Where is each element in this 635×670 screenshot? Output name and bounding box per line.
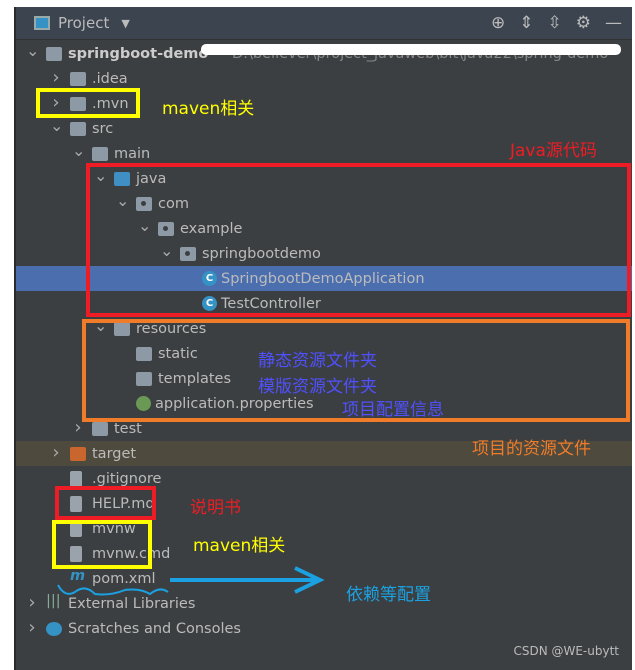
- path-redaction: [201, 44, 621, 55]
- annotation-resources: 项目的资源文件: [472, 439, 591, 459]
- project-title[interactable]: Project: [58, 14, 109, 32]
- locate-icon[interactable]: ⊕: [491, 13, 505, 33]
- help-highlight-box: [55, 486, 156, 520]
- annotation-static: 静态资源文件夹: [258, 351, 377, 371]
- folder-icon: [70, 121, 86, 136]
- annotation-maven1: maven相关: [162, 99, 255, 119]
- annotation-java: Java源代码: [510, 141, 597, 161]
- chevron-right-icon[interactable]: ›: [50, 442, 62, 463]
- dropdown-icon[interactable]: ▼: [121, 17, 129, 30]
- tree-item[interactable]: › Scratches and Consoles: [16, 616, 632, 641]
- folder-icon: [70, 71, 86, 86]
- project-header: Project ▼ ⊕ ⇕ ⇳ ⚙ —: [16, 7, 632, 40]
- annotation-pom: 依赖等配置: [346, 585, 431, 605]
- tree-item-label: test: [114, 420, 142, 437]
- chevron-right-icon[interactable]: ›: [26, 592, 38, 613]
- annotation-maven2: maven相关: [193, 536, 286, 556]
- module-icon: [46, 46, 62, 61]
- expand-all-icon[interactable]: ⇕: [519, 13, 533, 33]
- chevron-down-icon[interactable]: ⌄: [50, 116, 63, 135]
- folder-icon: [92, 421, 108, 436]
- watermark: CSDN @WE-ubytt: [513, 644, 619, 658]
- annotation-help: 说明书: [190, 498, 241, 518]
- tree-item-label: target: [92, 445, 137, 462]
- minimize-icon[interactable]: —: [605, 13, 622, 33]
- tree-item-label: springboot-demo: [68, 45, 209, 62]
- chevron-down-icon[interactable]: ⌄: [72, 141, 85, 160]
- tree-item-label: main: [114, 145, 151, 162]
- folder-orange-icon: [70, 446, 86, 461]
- file-icon: [70, 470, 82, 487]
- scratches-icon: [46, 621, 62, 636]
- mvn-highlight-box: [36, 88, 140, 118]
- tree-item-label: .idea: [92, 70, 128, 87]
- chevron-right-icon[interactable]: ›: [26, 617, 38, 638]
- java-highlight-box: [86, 163, 631, 317]
- collapse-all-icon[interactable]: ⇳: [548, 13, 562, 33]
- project-icon: [34, 16, 50, 30]
- arrow-annotation: [57, 566, 325, 596]
- tree-item-label: src: [92, 120, 114, 137]
- annotation-props: 项目配置信息: [342, 400, 444, 420]
- annotation-templates: 模版资源文件夹: [258, 377, 377, 397]
- chevron-down-icon[interactable]: ⌄: [26, 41, 39, 60]
- folder-icon: [92, 146, 108, 161]
- tree-item-label: .gitignore: [92, 470, 162, 487]
- chevron-right-icon[interactable]: ›: [50, 67, 62, 88]
- gear-icon[interactable]: ⚙: [576, 13, 591, 33]
- tree-item-label: Scratches and Consoles: [68, 620, 241, 637]
